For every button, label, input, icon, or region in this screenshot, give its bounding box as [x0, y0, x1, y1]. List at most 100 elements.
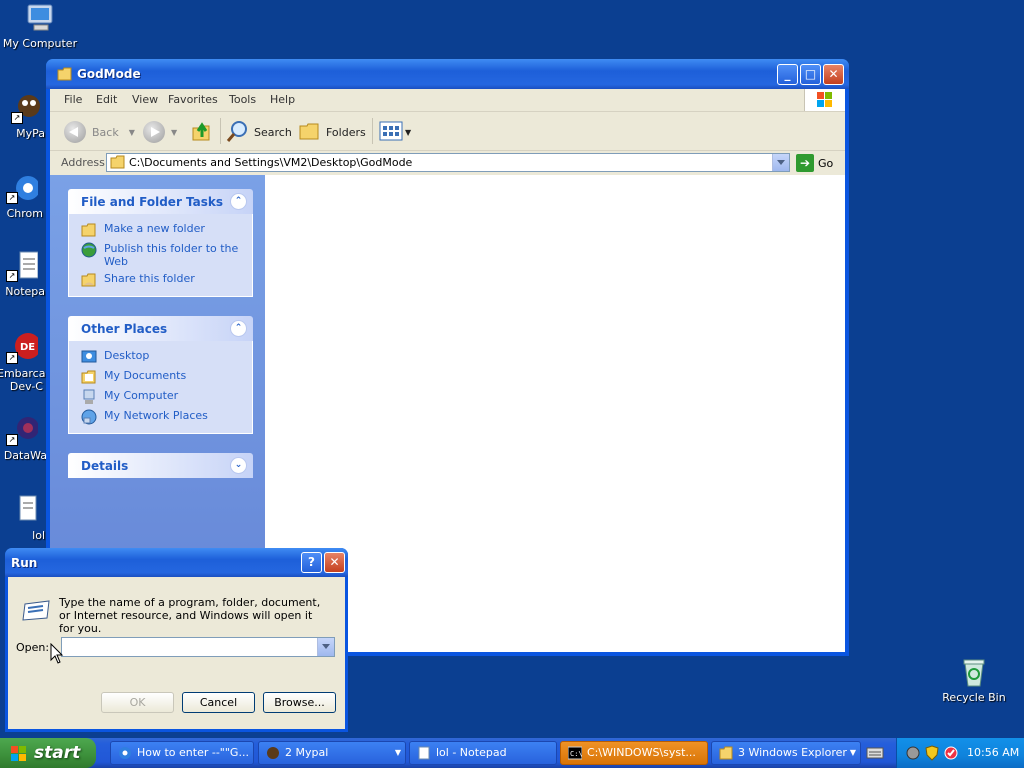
desktop-icon	[81, 349, 97, 365]
browse-button[interactable]: Browse...	[263, 692, 336, 713]
panel-header[interactable]: Other Places ⌃	[68, 316, 253, 341]
menu-file[interactable]: File	[64, 93, 82, 106]
menu-favorites[interactable]: Favorites	[168, 93, 218, 106]
up-folder-button[interactable]	[191, 120, 213, 144]
panel-title: Other Places	[81, 322, 168, 336]
menu-tools[interactable]: Tools	[229, 93, 256, 106]
folders-label: Folders	[326, 125, 366, 139]
tray-network-icon[interactable]	[943, 745, 959, 764]
search-button[interactable]: Search	[226, 120, 292, 144]
shortcut-arrow-icon: ↗	[6, 192, 18, 204]
help-button[interactable]: ?	[301, 552, 322, 573]
address-bar: Address C:\Documents and Settings\VM2\De…	[50, 151, 845, 175]
keyboard-icon[interactable]	[866, 745, 884, 764]
other-places-panel: Other Places ⌃ Desktop My Documents My C…	[68, 316, 253, 434]
task-make-new-folder[interactable]: Make a new folder	[69, 220, 252, 240]
taskbar-item-cmd[interactable]: C:\ C:\WINDOWS\syst...	[560, 741, 708, 765]
my-documents-icon	[81, 369, 97, 385]
taskbar-item-label: C:\WINDOWS\syst...	[587, 746, 696, 759]
panel-header[interactable]: Details ⌄	[68, 453, 253, 478]
views-button[interactable]: ▼	[379, 120, 411, 144]
folder-icon	[57, 67, 73, 84]
cancel-button[interactable]: Cancel	[182, 692, 255, 713]
close-button[interactable]: ✕	[823, 64, 844, 85]
clock[interactable]: 10:56 AM	[967, 746, 1019, 759]
taskbar-item-explorer[interactable]: 3 Windows Explorer ▼	[711, 741, 861, 765]
svg-text:C:\: C:\	[570, 750, 582, 758]
dropdown-arrow-icon: ▼	[128, 127, 135, 137]
ok-button[interactable]: OK	[101, 692, 174, 713]
taskbar-item-chrome[interactable]: How to enter --""G...	[110, 741, 254, 765]
dropdown-arrow-icon: ▼	[405, 127, 412, 137]
desktop-icon-datawave[interactable]: ↗ DataWa	[0, 414, 47, 462]
menu-bar: File Edit View Favorites Tools Help	[50, 89, 845, 112]
folder-contents[interactable]	[265, 175, 845, 652]
taskbar-item-mypal[interactable]: 2 Mypal ▼	[258, 741, 406, 765]
desktop-icon-notepad[interactable]: ↗ Notepa	[0, 250, 47, 298]
run-titlebar[interactable]: Run ? ✕	[5, 548, 348, 577]
desktop-icon-lol[interactable]: lol	[0, 494, 47, 542]
task-publish-folder[interactable]: Publish this folder to the Web	[69, 240, 252, 270]
taskbar-item-notepad[interactable]: lol - Notepad	[409, 741, 557, 765]
chevron-down-icon[interactable]: ⌄	[230, 457, 247, 474]
minimize-button[interactable]: _	[777, 64, 798, 85]
taskbar-item-label: lol - Notepad	[436, 746, 507, 759]
taskbar-item-label: 2 Mypal	[285, 746, 329, 759]
task-label: Publish this folder to the Web	[104, 242, 239, 268]
back-label: Back	[92, 125, 119, 139]
address-field[interactable]: C:\Documents and Settings\VM2\Desktop\Go…	[106, 153, 790, 172]
panel-body: Make a new folder Publish this folder to…	[68, 214, 253, 297]
security-shield-icon[interactable]	[924, 745, 940, 764]
start-button[interactable]: start	[0, 738, 96, 768]
address-dropdown-button[interactable]	[772, 154, 789, 171]
mypal-icon	[266, 746, 280, 760]
details-panel: Details ⌄	[68, 453, 253, 478]
desktop-icon-chrome[interactable]: ↗ Chrom	[0, 172, 47, 220]
forward-button[interactable]: ▼	[143, 120, 177, 144]
desktop-icon-label: lol	[32, 529, 45, 542]
panel-header[interactable]: File and Folder Tasks ⌃	[68, 189, 253, 214]
desktop-icon-devcpp[interactable]: DE ↗ Embarca Dev-C	[0, 332, 47, 393]
open-dropdown-button[interactable]	[317, 638, 334, 656]
globe-icon	[81, 242, 97, 258]
maximize-button[interactable]: □	[800, 64, 821, 85]
menu-view[interactable]: View	[132, 93, 158, 106]
tray-connection-icon[interactable]	[905, 745, 921, 764]
shortcut-arrow-icon: ↗	[6, 352, 18, 364]
back-button[interactable]: Back ▼	[64, 120, 135, 144]
task-share-folder[interactable]: Share this folder	[69, 270, 252, 290]
folders-button[interactable]: Folders	[298, 120, 366, 144]
menu-help[interactable]: Help	[270, 93, 295, 106]
desktop-icon-label: Chrom	[6, 207, 43, 220]
place-my-computer[interactable]: My Computer	[69, 387, 252, 407]
go-label: Go	[818, 156, 834, 170]
shortcut-arrow-icon: ↗	[6, 270, 18, 282]
desktop-icon-recycle-bin[interactable]: Recycle Bin	[934, 656, 1014, 704]
place-desktop[interactable]: Desktop	[69, 347, 252, 367]
open-combobox[interactable]	[61, 637, 335, 657]
network-places-icon	[81, 409, 97, 425]
open-label: Open:	[16, 641, 50, 654]
windows-flag-icon	[10, 745, 26, 761]
search-icon	[226, 119, 250, 146]
taskbar-item-label: 3 Windows Explorer	[738, 746, 847, 759]
chevron-up-icon[interactable]: ⌃	[230, 320, 247, 337]
task-label: Share this folder	[104, 272, 195, 285]
address-value: C:\Documents and Settings\VM2\Desktop\Go…	[129, 156, 413, 169]
chevron-up-icon[interactable]: ⌃	[230, 193, 247, 210]
chrome-icon: ↗	[6, 172, 40, 204]
notepad-icon: ↗	[6, 250, 39, 282]
explorer-titlebar[interactable]: GodMode _ □ ✕	[46, 59, 849, 89]
close-button[interactable]: ✕	[324, 552, 345, 573]
cmd-icon: C:\	[567, 746, 583, 760]
file-folder-tasks-panel: File and Folder Tasks ⌃ Make a new folde…	[68, 189, 253, 297]
place-my-network-places[interactable]: My Network Places	[69, 407, 252, 427]
place-label: My Network Places	[104, 409, 208, 422]
shortcut-arrow-icon: ↗	[11, 112, 23, 124]
desktop-icon-my-computer[interactable]: My Computer	[0, 2, 80, 50]
share-folder-icon	[81, 272, 97, 288]
place-my-documents[interactable]: My Documents	[69, 367, 252, 387]
menu-edit[interactable]: Edit	[96, 93, 117, 106]
go-button[interactable]: ➔ Go	[796, 154, 836, 172]
svg-text:DE: DE	[20, 342, 35, 353]
